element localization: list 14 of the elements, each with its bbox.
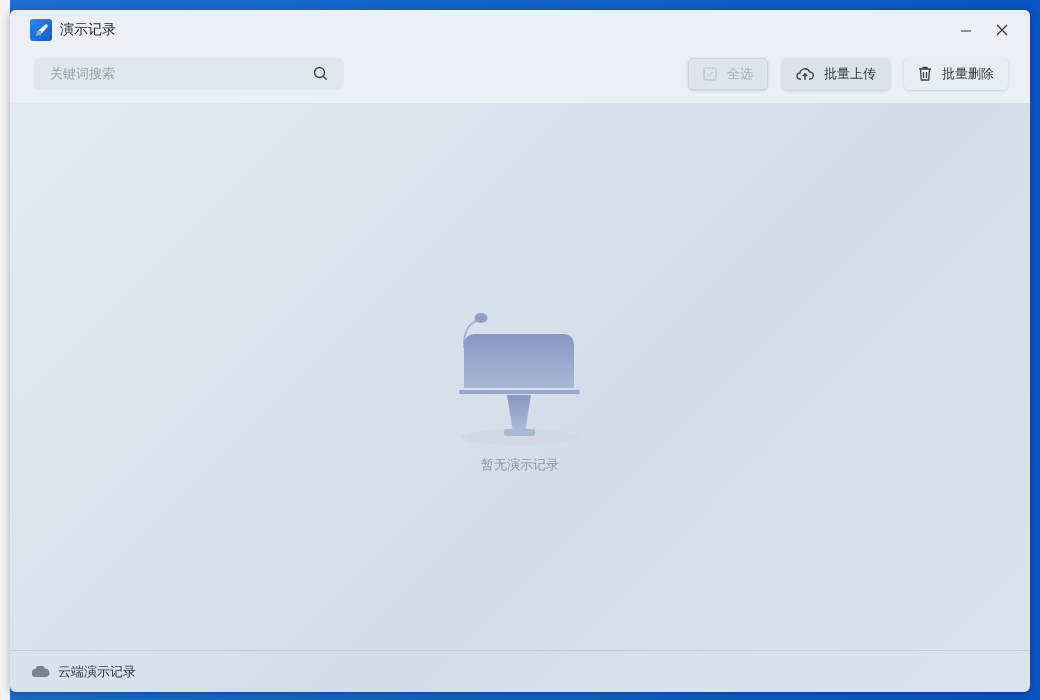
app-logo-icon (30, 19, 52, 41)
delete-button[interactable]: 批量删除 (904, 57, 1008, 90)
checkbox-icon (703, 66, 717, 81)
cloud-upload-icon (796, 66, 814, 81)
cloud-records-label: 云端演示记录 (58, 662, 136, 681)
empty-state-message: 暂无演示记录 (481, 455, 559, 474)
close-icon (996, 24, 1008, 36)
search-field[interactable]: 关键词搜索 (34, 57, 344, 90)
cloud-records-link[interactable]: 云端演示记录 (32, 662, 136, 681)
cloud-icon (32, 666, 50, 677)
search-icon (313, 65, 328, 81)
trash-icon (918, 66, 932, 81)
window-title: 演示记录 (60, 21, 117, 39)
upload-button[interactable]: 批量上传 (782, 57, 890, 90)
